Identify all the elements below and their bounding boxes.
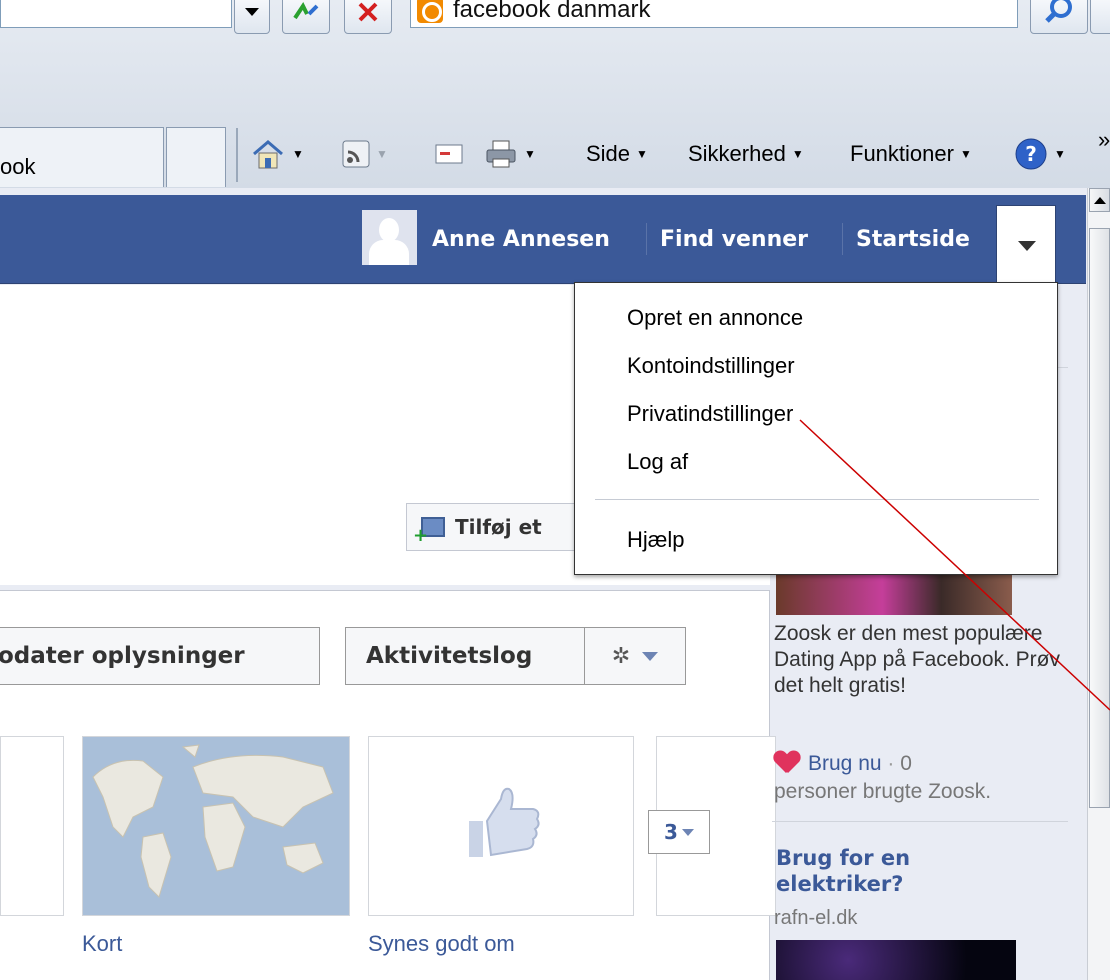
toolbar-separator bbox=[236, 128, 238, 182]
overflow-chevron-icon: » bbox=[1098, 127, 1110, 152]
update-info-button[interactable]: odater oplysninger bbox=[0, 627, 320, 685]
heart-icon bbox=[774, 751, 800, 773]
tab-facebook[interactable]: ook bbox=[0, 127, 164, 187]
refresh-icon bbox=[293, 2, 319, 20]
nav-divider bbox=[646, 223, 647, 255]
vertical-scrollbar[interactable] bbox=[1087, 188, 1110, 980]
toolbar-overflow-button[interactable]: » bbox=[1098, 120, 1110, 160]
refresh-button[interactable] bbox=[282, 0, 330, 34]
activity-log-button[interactable]: Aktivitetslog bbox=[345, 627, 585, 685]
search-button[interactable] bbox=[1030, 0, 1088, 34]
chevron-down-icon: ▼ bbox=[376, 147, 388, 161]
address-bar[interactable] bbox=[0, 0, 232, 28]
chevron-down-icon bbox=[642, 651, 659, 661]
menu-item-account-settings[interactable]: Kontoindstillinger bbox=[627, 353, 795, 379]
menu-item-privacy-settings[interactable]: Privatindstillinger bbox=[627, 401, 793, 427]
print-icon bbox=[486, 140, 516, 168]
menu-item-log-out[interactable]: Log af bbox=[627, 449, 688, 475]
help-icon: ? bbox=[1015, 138, 1047, 170]
find-friends-link[interactable]: Find venner bbox=[660, 227, 808, 252]
update-info-label: odater oplysninger bbox=[0, 643, 245, 669]
world-map-icon bbox=[83, 737, 349, 915]
page-menu-label: Side bbox=[586, 141, 631, 166]
chevron-down-icon bbox=[245, 8, 259, 16]
chevron-down-icon: ▼ bbox=[524, 147, 536, 161]
mail-icon bbox=[435, 144, 463, 164]
more-sections-button[interactable]: 3 bbox=[648, 810, 710, 854]
likes-tile[interactable] bbox=[368, 736, 634, 916]
ad-cta-link[interactable]: Brug nu bbox=[808, 752, 882, 775]
search-text: facebook danmark bbox=[453, 0, 651, 23]
address-dropdown-button[interactable] bbox=[234, 0, 270, 34]
safety-menu-label: Sikkerhed bbox=[688, 141, 786, 166]
home-link[interactable]: Startside bbox=[856, 227, 970, 252]
chevron-down-icon: ▼ bbox=[292, 147, 304, 161]
chevron-down-icon bbox=[681, 828, 694, 836]
scroll-up-button[interactable] bbox=[1089, 188, 1110, 212]
print-button[interactable]: ▼ bbox=[484, 134, 536, 174]
tools-menu-label: Funktioner bbox=[850, 141, 954, 166]
feeds-button[interactable]: ▼ bbox=[342, 134, 388, 174]
facebook-top-bar: Anne Annesen Find venner Startside bbox=[0, 195, 1086, 285]
ad-host: rafn-el.dk bbox=[774, 907, 858, 929]
account-dropdown-menu: Opret en annonce Kontoindstillinger Priv… bbox=[574, 282, 1058, 575]
new-tab-button[interactable] bbox=[166, 127, 226, 187]
stop-button[interactable] bbox=[344, 0, 392, 34]
menu-item-create-ad[interactable]: Opret en annonce bbox=[627, 305, 803, 331]
rss-icon bbox=[342, 140, 370, 168]
avatar[interactable] bbox=[362, 210, 417, 265]
profile-link[interactable]: Anne Annesen bbox=[432, 227, 610, 252]
thumbs-up-icon bbox=[469, 787, 540, 857]
search-icon bbox=[1045, 0, 1072, 23]
friends-tile[interactable] bbox=[0, 736, 64, 916]
avatar-body bbox=[369, 240, 409, 265]
chevron-down-icon: ▼ bbox=[636, 147, 648, 161]
nav-divider bbox=[842, 223, 843, 255]
sidebar-divider bbox=[772, 821, 1068, 822]
account-menu-button[interactable] bbox=[996, 205, 1056, 285]
menu-item-help[interactable]: Hjælp bbox=[627, 527, 684, 553]
tools-menu[interactable]: Funktioner ▼ bbox=[850, 134, 972, 174]
ad-dot: · bbox=[887, 752, 895, 775]
chevron-down-icon bbox=[1018, 241, 1036, 251]
more-count: 3 bbox=[664, 820, 678, 844]
scroll-thumb[interactable] bbox=[1089, 228, 1110, 808]
page-menu[interactable]: Side ▼ bbox=[586, 134, 648, 174]
menu-divider bbox=[595, 499, 1039, 500]
map-tile-label[interactable]: Kort bbox=[82, 931, 122, 957]
search-engine-icon bbox=[417, 0, 443, 23]
ad-image[interactable] bbox=[776, 940, 1016, 980]
home-button[interactable]: ▼ bbox=[250, 134, 304, 174]
browser-chrome: facebook danmark ook ▼ ▼ ▼ Side ▼ Sikkerh… bbox=[0, 0, 1110, 188]
search-input[interactable]: facebook danmark bbox=[410, 0, 1018, 28]
tab-label: ook bbox=[0, 154, 36, 179]
home-icon bbox=[253, 140, 283, 169]
chevron-down-icon: ▼ bbox=[1054, 147, 1066, 161]
svg-text:?: ? bbox=[1025, 142, 1037, 166]
add-photo-button[interactable]: Tilføj et bbox=[406, 503, 586, 551]
gear-icon: ✲ bbox=[611, 643, 631, 669]
ad-count: 0 bbox=[900, 752, 912, 775]
ad-social-text: personer brugte Zoosk. bbox=[774, 780, 992, 803]
timeline-section: odater oplysninger Aktivitetslog ✲ bbox=[0, 590, 776, 980]
add-photo-label: Tilføj et bbox=[455, 515, 542, 539]
add-photo-icon bbox=[413, 517, 445, 546]
map-tile[interactable] bbox=[82, 736, 350, 916]
chevron-down-icon: ▼ bbox=[791, 147, 804, 161]
chevron-down-icon: ▼ bbox=[959, 147, 972, 161]
settings-dropdown-button[interactable]: ✲ bbox=[584, 627, 686, 685]
search-options-button[interactable] bbox=[1090, 0, 1110, 34]
activity-log-label: Aktivitetslog bbox=[366, 643, 533, 669]
likes-tile-label[interactable]: Synes godt om bbox=[368, 931, 515, 957]
ad-body[interactable]: Zoosk er den mest populære Dating App på… bbox=[774, 621, 1074, 699]
close-icon bbox=[358, 2, 378, 22]
avatar-head bbox=[379, 218, 399, 242]
ad-title[interactable]: Brug for en elektriker? bbox=[776, 845, 1036, 897]
ad-cta-row: Brug nu · 0 bbox=[774, 751, 1074, 777]
safety-menu[interactable]: Sikkerhed ▼ bbox=[688, 134, 804, 174]
help-button[interactable]: ? ▼ bbox=[1014, 134, 1066, 174]
mail-button[interactable] bbox=[434, 134, 464, 174]
